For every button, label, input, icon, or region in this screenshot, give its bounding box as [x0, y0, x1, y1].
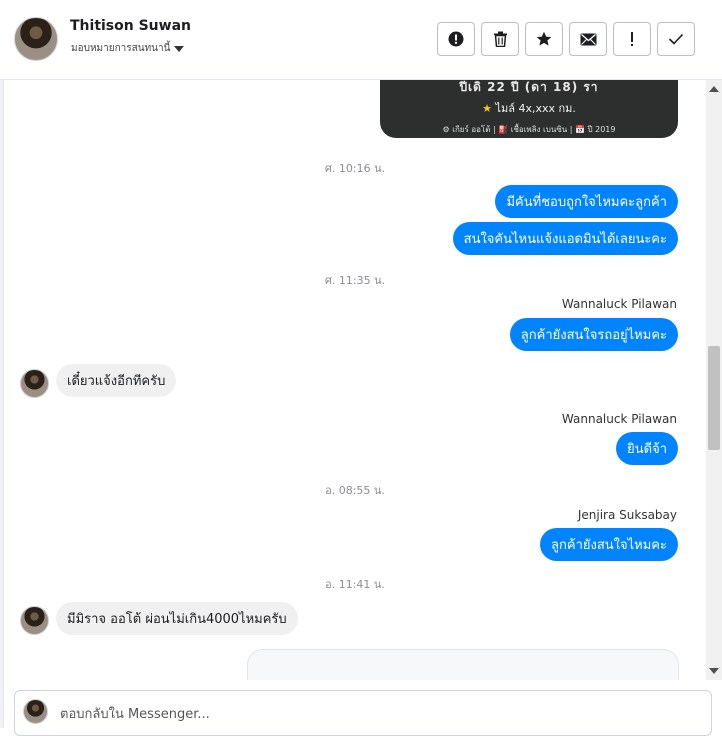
left-panel-edge [0, 0, 4, 728]
contact-name[interactable]: Thitison Suwan [70, 18, 191, 34]
timestamp: ศ. 10:16 น. [324, 162, 386, 175]
thread-scrollbar[interactable] [706, 80, 722, 680]
outgoing-message[interactable]: มีคันที่ชอบถูกใจไหมคะลูกค้า [495, 185, 678, 218]
scroll-down-arrow-icon[interactable] [709, 668, 719, 674]
contact-avatar-small[interactable] [20, 369, 49, 398]
outgoing-message[interactable]: ลูกค้ายังสนใจไหมคะ [540, 528, 678, 561]
scroll-thumb[interactable] [708, 346, 720, 450]
message-thread: ปีเดิ 22 ปี (ดา 18) รา ★ ไมล์ 4x,xxx กม.… [5, 80, 705, 680]
exclamation-icon [631, 32, 633, 46]
timestamp: ศ. 11:35 น. [324, 274, 386, 287]
delete-button[interactable] [481, 22, 519, 56]
reply-composer [14, 690, 712, 736]
action-toolbar [437, 22, 695, 56]
reply-input[interactable] [58, 703, 678, 725]
caret-down-icon [174, 45, 185, 52]
envelope-icon [580, 33, 596, 45]
mark-unread-button[interactable] [569, 22, 607, 56]
sender-name: Wannaluck Pilawan [561, 412, 677, 426]
contact-avatar-small[interactable] [20, 606, 49, 635]
image-attachment-preview[interactable] [247, 649, 679, 680]
star-icon [536, 31, 552, 46]
sender-name: Jenjira Suksabay [577, 508, 677, 522]
star-button[interactable] [525, 22, 563, 56]
timestamp: อ. 08:55 น. [325, 484, 385, 497]
follow-up-button[interactable] [613, 22, 651, 56]
sender-name: Wannaluck Pilawan [561, 297, 677, 311]
incoming-message[interactable]: เดี๋ยวแจ้งอีกทีครับ [56, 364, 177, 397]
timestamp: อ. 11:41 น. [325, 578, 385, 591]
vehicle-listing-card[interactable]: ปีเดิ 22 ปี (ดา 18) รา ★ ไมล์ 4x,xxx กม.… [380, 80, 678, 138]
page-avatar [23, 699, 48, 724]
scroll-up-arrow-icon[interactable] [709, 86, 719, 92]
contact-avatar[interactable] [14, 17, 58, 61]
card-mileage: ★ ไมล์ 4x,xxx กม. [482, 102, 576, 115]
star-icon: ★ [482, 102, 492, 115]
card-title: ปีเดิ 22 ปี (ดา 18) รา [459, 80, 599, 94]
spam-button[interactable] [437, 22, 475, 56]
trash-icon [493, 31, 507, 47]
check-icon [668, 33, 684, 45]
mark-done-button[interactable] [657, 22, 695, 56]
alert-circle-icon [448, 31, 464, 47]
assign-label: มอบหมายการสนทนานี้ [71, 43, 171, 54]
conversation-header: Thitison Suwan มอบหมายการสนทนานี้ [0, 0, 722, 80]
assign-conversation-dropdown[interactable]: มอบหมายการสนทนานี้ [71, 41, 185, 56]
outgoing-message[interactable]: สนใจคันไหนแจ้งแอดมินได้เลยนะคะ [452, 222, 678, 255]
outgoing-message[interactable]: ลูกค้ายังสนใจรถอยู่ไหมคะ [509, 318, 678, 351]
incoming-message[interactable]: มีมิราจ ออโต้ ผ่อนไม่เกิน4000ไหมครับ [56, 602, 298, 635]
card-specs: ⚙ เกียร์ ออโต้ | ⛽ เชื้อเพลิง เบนซิน | 📅… [442, 125, 616, 134]
outgoing-message[interactable]: ยินดีจ้า [616, 432, 678, 465]
